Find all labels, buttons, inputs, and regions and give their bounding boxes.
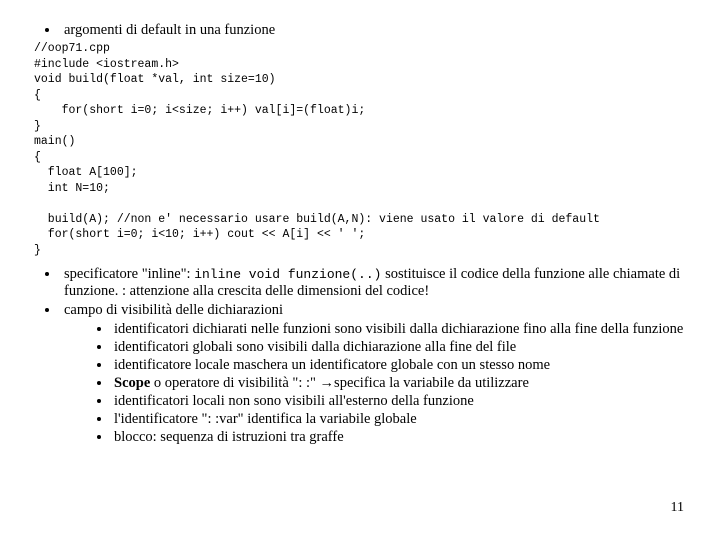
sub-decl-in-func: identificatori dichiarati nelle funzioni…	[112, 321, 686, 338]
sub-scope-op: Scope o operatore di visibilità ": :" →s…	[112, 375, 686, 392]
text: argomenti di default in una funzione	[64, 22, 275, 38]
bullet-default-args: argomenti di default in una funzione	[60, 22, 686, 39]
text: blocco: sequenza di istruzioni tra graff…	[114, 429, 344, 445]
top-bullet-list-2: specificatore "inline": inline void funz…	[34, 266, 686, 446]
page-number: 11	[671, 500, 684, 516]
sub-scope-var: l'identificatore ": :var" identifica la …	[112, 411, 686, 428]
text: identificatore locale maschera un identi…	[114, 357, 550, 373]
top-bullet-list: argomenti di default in una funzione	[34, 22, 686, 39]
arrow-icon: →	[320, 375, 335, 391]
text: l'identificatore ": :var" identifica la …	[114, 411, 417, 427]
bullet-inline-spec: specificatore "inline": inline void funz…	[60, 266, 686, 300]
sub-local-mask: identificatore locale maschera un identi…	[112, 357, 686, 374]
text: identificatori globali sono visibili dal…	[114, 339, 516, 355]
text: identificatori locali non sono visibili …	[114, 393, 474, 409]
bullet-visibility: campo di visibilità delle dichiarazioni …	[60, 302, 686, 446]
sub-block: blocco: sequenza di istruzioni tra graff…	[112, 429, 686, 446]
text-pre: specificatore "inline":	[64, 266, 194, 282]
sub-local-not-visible: identificatori locali non sono visibili …	[112, 393, 686, 410]
text-tail: specifica la variabile da utilizzare	[334, 375, 529, 391]
slide-body: argomenti di default in una funzione //o…	[0, 0, 720, 540]
sub-bullet-list: identificatori dichiarati nelle funzioni…	[64, 321, 686, 446]
text: campo di visibilità delle dichiarazioni	[64, 302, 283, 318]
inline-code: inline void funzione(..)	[194, 267, 381, 282]
text-mid: o operatore di visibilità ": :"	[150, 375, 319, 391]
code-block: //oop71.cpp #include <iostream.h> void b…	[34, 41, 686, 258]
text-scope: Scope	[114, 375, 150, 391]
sub-global-ident: identificatori globali sono visibili dal…	[112, 339, 686, 356]
text: identificatori dichiarati nelle funzioni…	[114, 321, 683, 337]
